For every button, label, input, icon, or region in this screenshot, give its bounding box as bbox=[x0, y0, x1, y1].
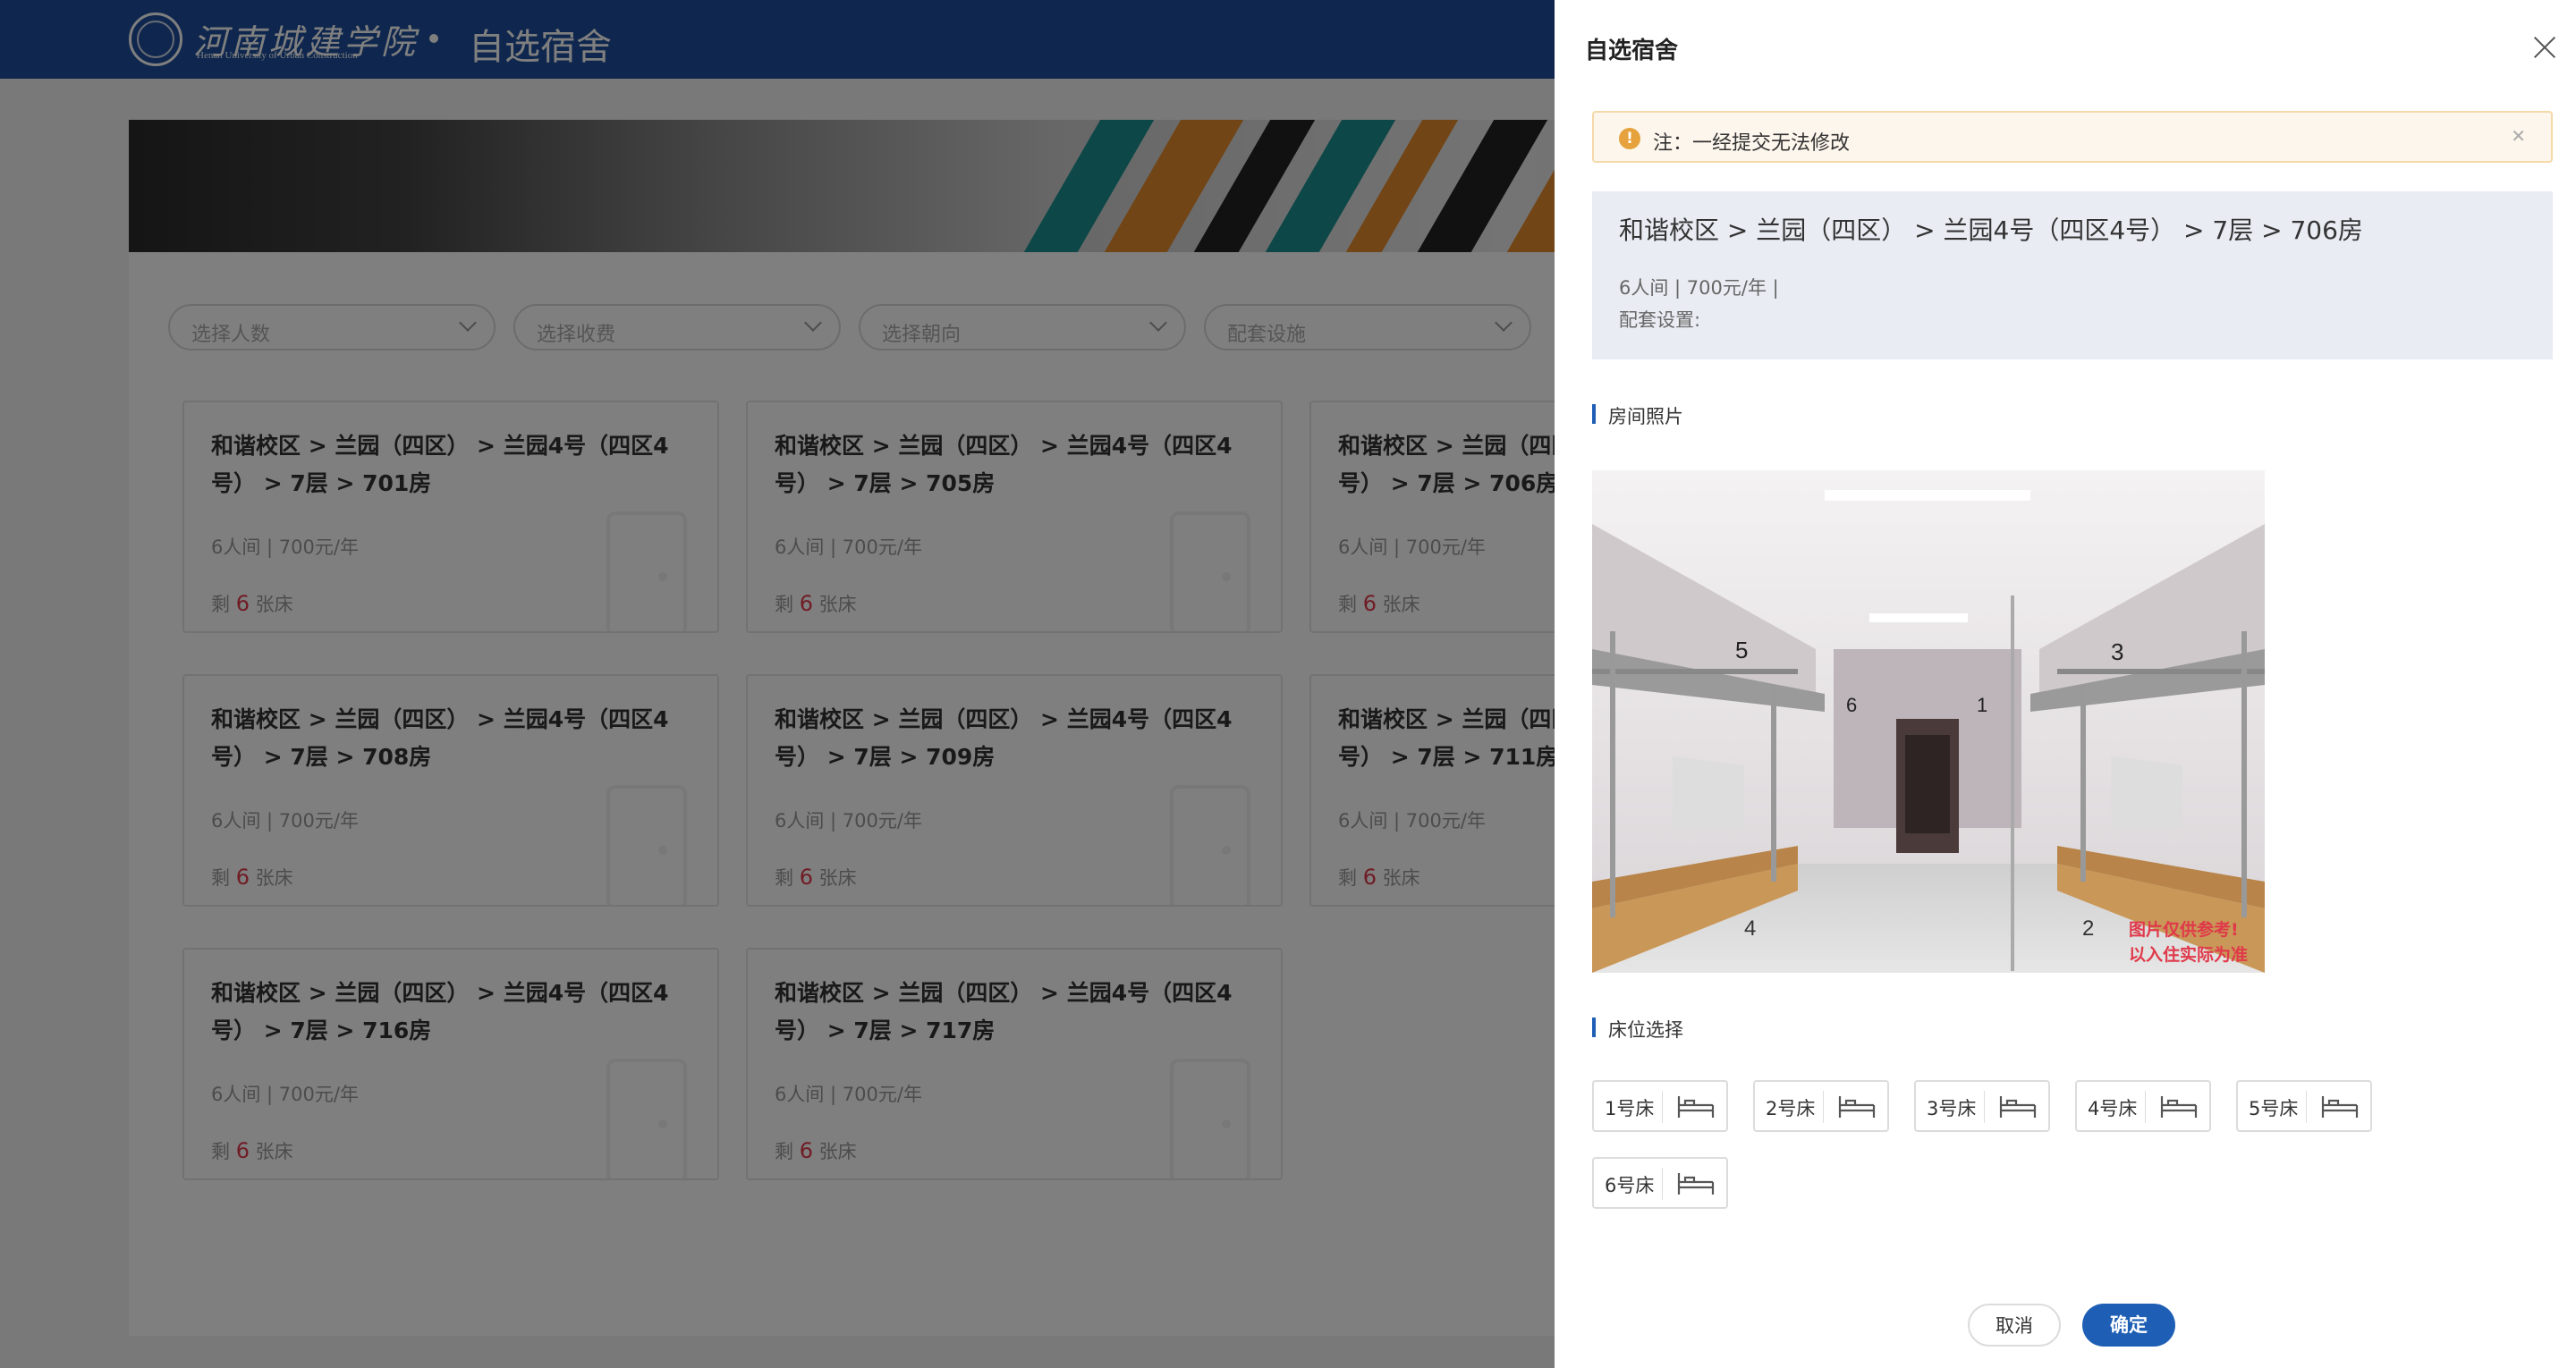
room-photo: 5 6 1 3 4 2 图片仅供参考! 以入住实际为准 bbox=[1592, 470, 2265, 973]
photo-section-title: 房间照片 bbox=[1592, 402, 1683, 429]
room-path: 和谐校区 > 兰园（四区） > 兰园4号（四区4号） > 7层 > 706房 bbox=[1619, 215, 2363, 245]
bed-icon bbox=[1677, 1096, 1715, 1118]
warning-icon: ! bbox=[1619, 128, 1640, 149]
photo-watermark: 以入住实际为准 bbox=[2129, 944, 2248, 965]
photo-bed-number: 2 bbox=[2082, 916, 2094, 941]
notice-close-icon[interactable]: ✕ bbox=[2511, 125, 2526, 147]
photo-bed-number: 5 bbox=[1735, 637, 1748, 663]
bed-icon bbox=[1999, 1096, 2037, 1118]
notice-text: 注：一经提交无法修改 bbox=[1653, 132, 1851, 155]
bed-option[interactable]: 3号床 bbox=[1914, 1080, 2050, 1132]
bed-icon bbox=[1838, 1096, 1876, 1118]
bed-icon bbox=[2321, 1096, 2359, 1118]
close-icon[interactable] bbox=[2531, 34, 2558, 61]
drawer-title: 自选宿舍 bbox=[1585, 38, 1679, 64]
bed-option[interactable]: 4号床 bbox=[2075, 1080, 2211, 1132]
photo-bed-number: 4 bbox=[1744, 916, 1756, 941]
bed-icon bbox=[1677, 1173, 1715, 1195]
bed-icon bbox=[2160, 1096, 2198, 1118]
bed-option[interactable]: 2号床 bbox=[1753, 1080, 1889, 1132]
room-meta: 6人间 | 700元/年 | bbox=[1619, 277, 1779, 299]
warning-notice: ! 注：一经提交无法修改 ✕ bbox=[1592, 111, 2553, 163]
modal-overlay[interactable] bbox=[0, 0, 1555, 1368]
facilities-label: 配套设置: bbox=[1619, 309, 1701, 331]
bed-option[interactable]: 5号床 bbox=[2236, 1080, 2372, 1132]
cancel-button[interactable]: 取消 bbox=[1968, 1304, 2061, 1347]
photo-watermark: 图片仅供参考! bbox=[2129, 919, 2239, 940]
bed-section-title: 床位选择 bbox=[1592, 1016, 1683, 1043]
confirm-button[interactable]: 确定 bbox=[2082, 1304, 2175, 1347]
room-detail-drawer: 自选宿舍 ! 注：一经提交无法修改 ✕ 和谐校区 > 兰园（四区） > 兰园4号… bbox=[1555, 0, 2576, 1368]
photo-bed-number: 3 bbox=[2111, 638, 2123, 665]
photo-bed-number: 1 bbox=[1977, 694, 1987, 716]
bed-option[interactable]: 1号床 bbox=[1592, 1080, 1728, 1132]
room-info-box: 和谐校区 > 兰园（四区） > 兰园4号（四区4号） > 7层 > 706房 6… bbox=[1592, 191, 2553, 359]
photo-bed-number: 6 bbox=[1846, 694, 1857, 716]
bed-option[interactable]: 6号床 bbox=[1592, 1157, 1728, 1209]
